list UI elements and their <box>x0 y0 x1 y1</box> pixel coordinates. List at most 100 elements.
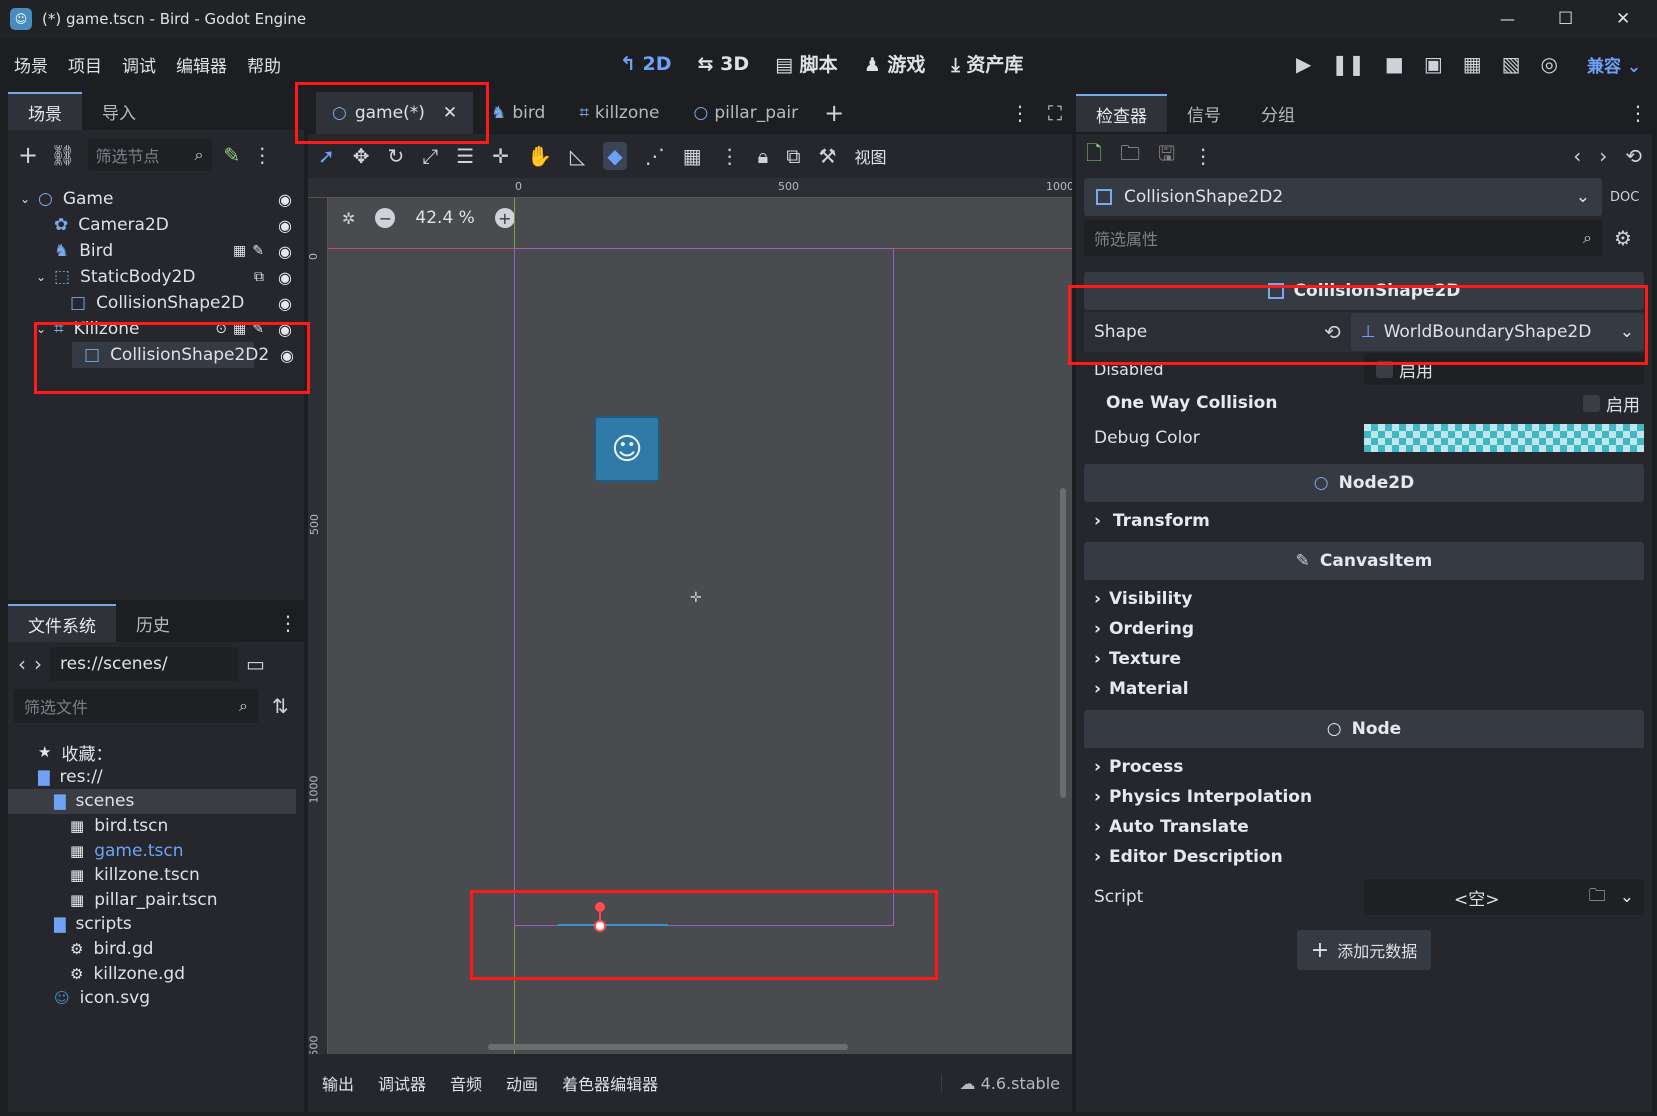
property-group[interactable]: › Visibility <box>1084 584 1644 614</box>
list-item[interactable]: ▇ res:// <box>8 765 304 790</box>
zoom-out-icon[interactable]: − <box>375 208 396 228</box>
visibility-icon[interactable]: ◉ <box>280 346 294 365</box>
history-forward-icon[interactable]: › <box>1599 144 1607 168</box>
group-icon[interactable]: ⧉ <box>254 269 264 285</box>
lock-icon[interactable]: 🔒︎ <box>758 144 769 168</box>
back-icon[interactable]: ‹ <box>18 652 26 676</box>
rotate-tool-icon[interactable]: ↻ <box>388 144 405 168</box>
tab-history[interactable]: 历史 <box>116 604 190 642</box>
play-scene-icon[interactable]: ▦ <box>1463 52 1482 76</box>
script-field[interactable]: <空> 🗀︎ ⌄ <box>1364 879 1644 915</box>
list-select-icon[interactable]: ☰ <box>456 144 474 168</box>
path-field[interactable]: res://scenes/ <box>50 647 238 681</box>
visibility-icon[interactable]: ◉ <box>278 320 292 339</box>
snap-icon[interactable]: ⋰ <box>645 144 665 168</box>
mode-2d[interactable]: ↰ 2D <box>620 53 672 75</box>
doc-icon[interactable]: DOC <box>1610 190 1639 205</box>
boundary-handle[interactable] <box>595 902 605 912</box>
renderer-select[interactable]: 兼容 ⌄ <box>1587 52 1641 77</box>
move-tool-icon[interactable]: ✥ <box>353 144 370 168</box>
visibility-icon[interactable]: ◉ <box>278 268 292 287</box>
chevron-down-icon[interactable]: ⌄ <box>36 322 50 336</box>
tab-inspector[interactable]: 检查器 <box>1076 94 1167 132</box>
tab-signals[interactable]: 信号 <box>1167 94 1241 132</box>
new-resource-icon[interactable]: 🗋︎ <box>1086 139 1102 173</box>
more-icon[interactable]: ⋮ <box>1010 101 1030 125</box>
script-icon[interactable]: ✎ <box>252 321 264 337</box>
group-transform[interactable]: › Transform <box>1084 506 1644 536</box>
list-item[interactable]: ▦ game.tscn <box>8 838 304 863</box>
open-folder-icon[interactable]: 🗀︎ <box>1120 139 1140 173</box>
scene-tab-killzone[interactable]: ⌗ killzone <box>563 92 675 134</box>
scene-icon[interactable]: ▦ <box>233 321 246 337</box>
tree-node[interactable]: ✿ Camera2D ◉ <box>8 212 304 238</box>
list-item[interactable]: ▇ scripts <box>8 912 304 937</box>
tab-animation[interactable]: 动画 <box>506 1071 538 1095</box>
visibility-icon[interactable]: ◉ <box>278 294 292 313</box>
viewport[interactable]: 0 500 1000 0 500 1000 1500 ✲ − 42.4 % + … <box>308 178 1072 1054</box>
tab-debugger[interactable]: 调试器 <box>378 1071 426 1095</box>
chevron-down-icon[interactable]: ⌄ <box>36 270 50 284</box>
mode-game[interactable]: ♟ 游戏 <box>864 50 926 77</box>
close-tab-icon[interactable]: ✕ <box>443 103 457 123</box>
menu-help[interactable]: 帮助 <box>247 52 281 77</box>
save-icon[interactable]: 🖫︎ <box>1158 139 1175 173</box>
property-group[interactable]: › Ordering <box>1084 614 1644 644</box>
play-custom-scene-icon[interactable]: ▧ <box>1502 52 1521 76</box>
add-tab-icon[interactable]: + <box>824 99 844 127</box>
property-group[interactable]: › Texture <box>1084 644 1644 674</box>
list-item[interactable]: ▇ scenes <box>8 789 296 814</box>
maximize-button[interactable]: ☐ <box>1558 9 1573 29</box>
tree-node[interactable]: ⌄ ⬚ StaticBody2D ⧉ ◉ <box>8 264 304 290</box>
h-scrollbar[interactable] <box>488 1044 848 1050</box>
property-group[interactable]: › Editor Description <box>1084 842 1644 872</box>
list-item[interactable]: ▦ bird.tscn <box>8 814 304 839</box>
one-way-checkbox[interactable] <box>1583 394 1600 412</box>
visibility-icon[interactable]: ◉ <box>278 190 292 209</box>
list-item[interactable]: ⚙ killzone.gd <box>8 961 304 986</box>
pivot-tool-icon[interactable]: ✛ <box>492 144 509 168</box>
tree-node[interactable]: □ CollisionShape2D ◉ <box>8 290 304 316</box>
select-tool-icon[interactable]: ➚ <box>318 144 335 168</box>
scene-tab-game[interactable]: ○ game(*) ✕ <box>316 92 474 134</box>
filter-nodes-input[interactable]: 筛选节点 ⌕ <box>87 139 212 171</box>
scale-tool-icon[interactable]: ⤢ <box>422 144 438 168</box>
tools-icon[interactable]: ⚙ <box>1614 226 1632 250</box>
remote-debug-icon[interactable]: ▣ <box>1424 52 1443 76</box>
scene-tab-bird[interactable]: ♞ bird <box>475 92 561 134</box>
smart-snap-icon[interactable]: ◆ <box>603 142 627 170</box>
bird-sprite[interactable]: ☺ <box>594 416 660 482</box>
split-view-icon[interactable]: ▭ <box>246 652 265 676</box>
filter-properties-input[interactable]: 筛选属性 ⌕ <box>1084 220 1602 256</box>
forward-icon[interactable]: › <box>34 652 42 676</box>
tab-filesystem[interactable]: 文件系统 <box>8 604 116 642</box>
disabled-checkbox[interactable] <box>1376 360 1393 378</box>
boundary-center[interactable] <box>594 920 606 932</box>
tab-output[interactable]: 输出 <box>322 1071 354 1095</box>
movie-icon[interactable]: ◎ <box>1541 52 1558 76</box>
world-boundary-shape[interactable] <box>558 924 668 926</box>
grid-icon[interactable]: ▦ <box>683 144 702 168</box>
tree-node[interactable]: □ CollisionShape2D2 ◉ <box>72 342 294 368</box>
add-node-icon[interactable]: + <box>18 141 38 169</box>
pause-icon[interactable]: ❚❚ <box>1331 52 1365 76</box>
tab-scene[interactable]: 场景 <box>8 92 82 130</box>
property-group[interactable]: › Material <box>1084 674 1644 704</box>
tab-groups[interactable]: 分组 <box>1241 94 1315 132</box>
debug-color-swatch[interactable] <box>1364 424 1644 452</box>
list-item[interactable]: ▦ killzone.tscn <box>8 863 304 888</box>
object-history-icon[interactable]: ⟲ <box>1625 144 1642 168</box>
scene-icon[interactable]: ▦ <box>233 243 246 259</box>
add-metadata-button[interactable]: + 添加元数据 <box>1297 930 1431 970</box>
visibility-icon[interactable]: ◉ <box>278 242 292 261</box>
menu-debug[interactable]: 调试 <box>122 52 156 77</box>
zoom-level[interactable]: 42.4 % <box>415 208 474 228</box>
zoom-in-icon[interactable]: + <box>494 208 515 228</box>
center-view-icon[interactable]: ✲ <box>342 209 355 228</box>
scene-tab-pillar-pair[interactable]: ○ pillar_pair <box>678 92 815 134</box>
list-item[interactable]: ☺ icon.svg <box>8 986 304 1011</box>
property-group[interactable]: › Auto Translate <box>1084 812 1644 842</box>
chevron-down-icon[interactable]: ⌄ <box>20 192 34 206</box>
group-icon[interactable]: ⧉ <box>786 144 800 168</box>
load-script-icon[interactable]: 🗀︎ <box>1589 883 1606 912</box>
